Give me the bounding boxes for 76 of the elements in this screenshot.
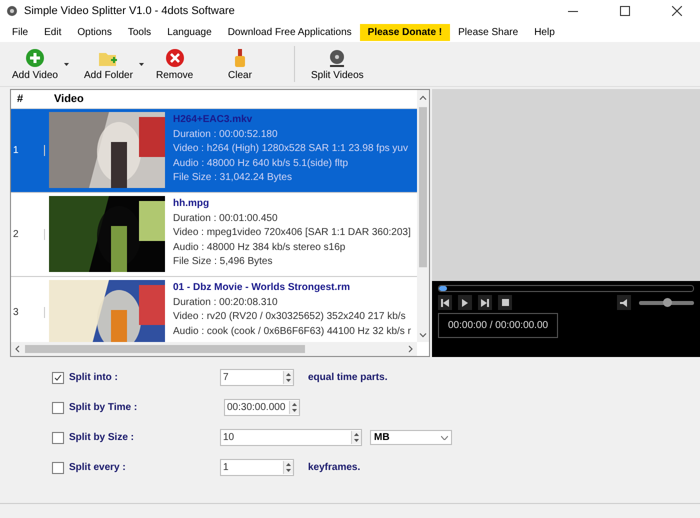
video-row[interactable]: 2 hh.mpg Duration : 00:01:00.450 Video : mpeg1video 720x406 [SAR 1:1 DAR 360:203] Audio : 48000 Hz 384 kb/s stereo s16p File Size : 5,496 Bytes	[11, 193, 417, 277]
speaker-icon[interactable]	[617, 295, 631, 310]
row-number: 2	[11, 229, 45, 240]
option-checkbox[interactable]: Split every :	[52, 462, 220, 474]
video-detail: File Size : 5,496 Bytes	[173, 255, 274, 268]
stop-icon[interactable]	[498, 295, 512, 310]
menu-item[interactable]: Edit	[36, 24, 70, 40]
time-field[interactable]: 00:30:00.000	[224, 399, 300, 416]
column-header: #	[16, 93, 24, 105]
caret-icon[interactable]	[138, 62, 144, 66]
plus-icon	[24, 48, 45, 68]
checkbox[interactable]	[52, 372, 64, 384]
minimize-icon[interactable]	[568, 10, 578, 12]
video-detail: Video : h264 (High) 1280x528 SAR 1:1 23.98 fps yuv	[173, 142, 408, 156]
menu-item[interactable]: Help	[526, 24, 563, 40]
option-label: Split by Size :	[69, 432, 134, 443]
suffix-label: keyframes.	[308, 462, 360, 473]
next-icon[interactable]	[478, 295, 492, 310]
video-detail: Duration : 00:20:08.310	[173, 296, 279, 309]
file-name: hh.mpg	[173, 197, 210, 210]
menu-item[interactable]: Please Share	[450, 24, 526, 40]
video-detail: Video : rv20 (RV20 / 0x30325652) 352x240 217 kb/s	[173, 310, 407, 324]
menu-item[interactable]: Tools	[120, 24, 160, 40]
video-detail: Duration : 00:00:52.180	[173, 128, 279, 141]
option-label: Split every :	[69, 462, 126, 473]
spin-arrows-icon[interactable]	[351, 431, 361, 444]
menu-item[interactable]: File	[4, 24, 36, 40]
play-icon[interactable]	[458, 295, 472, 310]
maximize-icon[interactable]	[620, 6, 630, 16]
time-display: 00:00:00 / 00:00:00.00	[438, 313, 558, 338]
remove-icon	[164, 48, 185, 68]
toolbar-button[interactable]: Split Videos	[305, 46, 370, 82]
menu-item[interactable]: Options	[69, 24, 120, 40]
video-detail: Video : mpeg1video 720x406 [SAR 1:1 DAR 360:203]	[173, 226, 411, 240]
app-icon	[6, 5, 18, 17]
menu-item[interactable]: Download Free Applications	[220, 24, 360, 40]
option-label: Split by Time :	[69, 402, 138, 413]
checkbox[interactable]	[52, 402, 64, 414]
row-number: 1	[11, 145, 45, 156]
vertical-scrollbar[interactable]	[417, 90, 429, 342]
toolbar-button[interactable]: Remove	[150, 46, 200, 82]
toolbar-button[interactable]: Add Video	[6, 46, 64, 82]
video-detail: Audio : 48000 Hz 640 kb/s 5.1(side) fltp	[173, 156, 350, 170]
column-header: Video	[53, 93, 84, 105]
number-field[interactable]: 1	[220, 459, 294, 476]
video-row[interactable]: 1 H264+EAC3.mkv Duration : 00:00:52.180 Video : h264 (High) 1280x528 SAR 1:1 23.98 fps yuv Audio : 48000 Hz 640 kb/s 5.1(side) fltp File Size : 31,042.24 Bytes	[11, 109, 417, 193]
option-checkbox[interactable]: Split by Time :	[52, 402, 220, 414]
suffix-label: equal time parts.	[308, 372, 388, 383]
number-field[interactable]: 7	[220, 369, 294, 386]
spin-arrows-icon[interactable]	[283, 371, 293, 384]
menu-item[interactable]: Language	[159, 24, 220, 40]
unit-dropdown[interactable]: MB	[370, 430, 452, 445]
toolbar-button[interactable]: Add Folder	[78, 46, 139, 82]
option-checkbox[interactable]: Split into :	[52, 372, 220, 384]
checkbox[interactable]	[52, 462, 64, 474]
horizontal-scrollbar[interactable]	[11, 342, 417, 356]
row-number: 3	[11, 306, 45, 318]
chevron-icon	[441, 436, 448, 440]
option-checkbox[interactable]: Split by Size :	[52, 432, 220, 444]
file-name: H264+EAC3.mkv	[173, 113, 254, 126]
video-detail: Audio : 48000 Hz 384 kb/s stereo s16p	[173, 240, 346, 254]
previous-icon[interactable]	[438, 295, 452, 310]
volume-slider[interactable]	[639, 300, 694, 304]
video-detail: File Size : 31,042.24 Bytes	[173, 171, 293, 184]
size-field[interactable]: 10	[220, 429, 362, 446]
file-name: 01 - Dbz Movie - Worlds Strongest.rm	[173, 281, 352, 294]
caret-icon[interactable]	[64, 62, 69, 66]
option-label: Split into :	[69, 372, 118, 383]
close-icon[interactable]	[672, 6, 682, 16]
video-detail: Audio : cook (cook / 0x6B6F6F63) 44100 Hz 32 kb/s r	[173, 324, 411, 338]
toolbar-button[interactable]: Clear	[222, 46, 258, 82]
video-detail: Duration : 00:01:00.450	[173, 212, 279, 225]
checkbox[interactable]	[52, 432, 64, 444]
window-title: Simple Video Splitter V1.0 - 4dots Software	[24, 5, 236, 17]
spin-arrows-icon[interactable]	[283, 461, 293, 474]
spin-arrows-icon[interactable]	[289, 401, 299, 414]
